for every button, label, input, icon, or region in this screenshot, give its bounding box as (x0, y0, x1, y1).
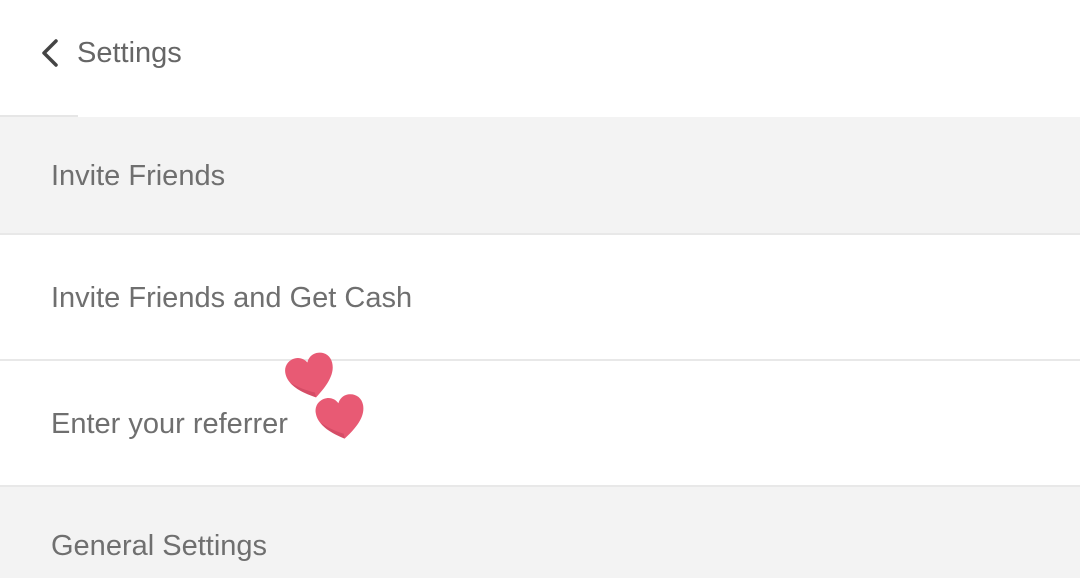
section-title: General Settings (51, 530, 268, 562)
back-button[interactable] (26, 26, 76, 80)
list-item-label: Invite Friends and Get Cash (51, 282, 413, 314)
top-bar: Settings (0, 0, 1080, 116)
chevron-left-icon (42, 39, 58, 67)
list-item-label: Enter your referrer (51, 408, 288, 440)
page-title: Settings (77, 37, 182, 69)
heart-icon (315, 394, 364, 439)
list-item-enter-referrer[interactable]: Enter your referrer (0, 361, 1080, 485)
section-header-invite-friends: Invite Friends (0, 117, 1080, 233)
section-header-general-settings: General Settings (0, 487, 1080, 578)
list-item-invite-friends-get-cash[interactable]: Invite Friends and Get Cash (0, 235, 1080, 359)
settings-screen: Settings Invite Friends Invite Friends a… (0, 0, 1080, 578)
section-title: Invite Friends (51, 160, 226, 192)
